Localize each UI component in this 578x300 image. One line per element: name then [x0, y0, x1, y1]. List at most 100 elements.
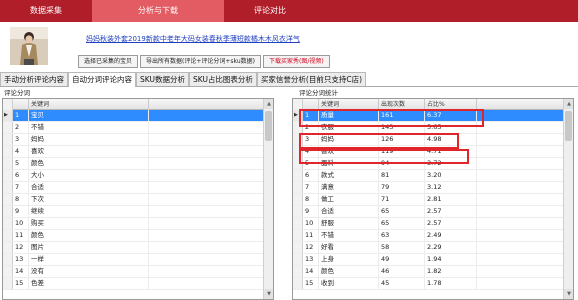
- scroll-down-arrow-icon[interactable]: ▼: [564, 289, 573, 299]
- scroll-up-arrow-icon[interactable]: ▲: [264, 99, 273, 109]
- table-row[interactable]: 6 款式 81 3.20: [293, 170, 573, 182]
- nav-data-collection[interactable]: 数据采集: [0, 0, 92, 22]
- keyword-cell: 满意: [319, 182, 379, 193]
- row-rank: 13: [13, 254, 29, 265]
- nav-review-compare[interactable]: 评论对比: [224, 0, 316, 22]
- statistics-table-scrollbar[interactable]: ▲ ▼: [563, 99, 573, 299]
- row-rank: 1: [303, 110, 319, 121]
- row-indicator: [293, 206, 303, 217]
- table-row[interactable]: 6 大小: [3, 170, 273, 182]
- count-cell: 79: [379, 182, 425, 193]
- table-row[interactable]: 5 面料 94 3.72: [293, 158, 573, 170]
- tab-sku-chart[interactable]: SKU占比图表分析: [188, 72, 257, 86]
- percent-cell: 2.29: [425, 242, 477, 253]
- export-all-data-button[interactable]: 导出所有数据(评论+评论分词+sku数据): [140, 55, 261, 68]
- row-rank: 2: [303, 122, 319, 133]
- keyword-cell: 一样: [29, 254, 149, 265]
- keyword-cell: 下次: [29, 194, 149, 205]
- table-row[interactable]: 11 颜色: [3, 230, 273, 242]
- table-row[interactable]: 8 下次: [3, 194, 273, 206]
- keyword-header[interactable]: 关键词: [319, 99, 379, 110]
- table-row[interactable]: 3 妈妈 126 4.98: [293, 134, 573, 146]
- percent-cell: 3.12: [425, 182, 477, 193]
- row-indicator: ▶: [3, 110, 13, 121]
- tab-sku-analysis[interactable]: SKU数据分析: [136, 72, 189, 86]
- row-indicator: [3, 134, 13, 145]
- count-cell: 65: [379, 206, 425, 217]
- table-row[interactable]: 10 购买: [3, 218, 273, 230]
- table-row[interactable]: 2 不错: [3, 122, 273, 134]
- table-row[interactable]: 5 颜色: [3, 158, 273, 170]
- analysis-tabs: 手动分析评论内容 自动分词评论内容 SKU数据分析 SKU占比图表分析 买家信誉…: [0, 72, 578, 87]
- keyword-table-header: 关键词: [3, 99, 273, 110]
- count-cell: 161: [379, 110, 425, 121]
- keyword-cell: 宝贝: [29, 110, 149, 121]
- table-row[interactable]: 4 喜欢 119 4.71: [293, 146, 573, 158]
- row-indicator: [293, 254, 303, 265]
- row-indicator-header: [293, 99, 303, 110]
- count-header[interactable]: 出现次数: [379, 99, 425, 110]
- tab-auto-segmentation[interactable]: 自动分词评论内容: [68, 72, 136, 87]
- table-row[interactable]: 7 满意 79 3.12: [293, 182, 573, 194]
- row-indicator: [293, 146, 303, 157]
- count-cell: 94: [379, 158, 425, 169]
- table-row[interactable]: 9 合适 65 2.57: [293, 206, 573, 218]
- statistics-table-body: ▶ 1 质量 161 6.37 2 衣服 143 5.65 3 妈妈 126 4.98 4 喜欢 119 4.7…: [293, 110, 573, 290]
- table-row[interactable]: 13 上身 49 1.94: [293, 254, 573, 266]
- download-buyer-show-button[interactable]: 下载买家秀(图/视频): [262, 55, 330, 68]
- table-row[interactable]: 2 衣服 143 5.65: [293, 122, 573, 134]
- select-collected-item-button[interactable]: 选择已采集的宝贝: [78, 55, 139, 68]
- table-row[interactable]: 9 继续: [3, 206, 273, 218]
- row-indicator: [3, 254, 13, 265]
- row-rank: 14: [303, 266, 319, 277]
- tab-manual-analysis[interactable]: 手动分析评论内容: [0, 72, 68, 86]
- keyword-table-scrollbar[interactable]: ▲ ▼: [263, 99, 273, 299]
- keyword-cell: 合适: [319, 206, 379, 217]
- scroll-up-arrow-icon[interactable]: ▲: [564, 99, 573, 109]
- row-indicator: [3, 242, 13, 253]
- row-rank: 6: [13, 170, 29, 181]
- keyword-cell: 没有: [29, 266, 149, 277]
- table-row[interactable]: 12 好看 58 2.29: [293, 242, 573, 254]
- row-rank: 7: [303, 182, 319, 193]
- row-rank: 4: [303, 146, 319, 157]
- keyword-cell: 不错: [319, 230, 379, 241]
- table-row[interactable]: ▶ 1 宝贝: [3, 110, 273, 122]
- table-row[interactable]: 15 色差: [3, 278, 273, 290]
- count-cell: 46: [379, 266, 425, 277]
- keyword-cell: 大小: [29, 170, 149, 181]
- row-rank: 5: [303, 158, 319, 169]
- scrollbar-thumb[interactable]: [265, 111, 272, 141]
- scroll-down-arrow-icon[interactable]: ▼: [264, 289, 273, 299]
- keyword-header[interactable]: 关键词: [29, 99, 149, 110]
- count-cell: 126: [379, 134, 425, 145]
- table-row[interactable]: 15 收到 45 1.78: [293, 278, 573, 290]
- table-row[interactable]: 14 没有: [3, 266, 273, 278]
- keyword-cell: 舒服: [319, 218, 379, 229]
- scrollbar-thumb[interactable]: [565, 111, 572, 141]
- table-row[interactable]: 3 妈妈: [3, 134, 273, 146]
- row-rank: 10: [13, 218, 29, 229]
- tab-buyer-credit[interactable]: 买家信誉分析(目前只支持C店): [256, 72, 367, 86]
- table-row[interactable]: 4 喜欢: [3, 146, 273, 158]
- product-title-link[interactable]: 妈妈秋装外套2019新款中老年大码女装春秋季薄短款橘木木风衣洋气: [86, 34, 300, 44]
- table-row[interactable]: 10 舒服 65 2.57: [293, 218, 573, 230]
- row-rank: 3: [13, 134, 29, 145]
- row-indicator: [293, 218, 303, 229]
- table-row[interactable]: ▶ 1 质量 161 6.37: [293, 110, 573, 122]
- row-indicator: [3, 122, 13, 133]
- table-row[interactable]: 8 做工 71 2.81: [293, 194, 573, 206]
- keyword-table: 关键词 ▶ 1 宝贝 2 不错 3 妈妈 4 喜欢 5 颜色 6 大小 7 合适 8 下次 9 继续 10 购买 11 颜色…: [2, 98, 274, 300]
- percent-header[interactable]: 占比%: [425, 99, 477, 110]
- nav-analysis-download[interactable]: 分析与下载: [92, 0, 224, 22]
- row-rank: 4: [13, 146, 29, 157]
- row-rank: 2: [13, 122, 29, 133]
- row-rank: 14: [13, 266, 29, 277]
- table-row[interactable]: 12 图片: [3, 242, 273, 254]
- table-row[interactable]: 13 一样: [3, 254, 273, 266]
- row-indicator: [3, 146, 13, 157]
- row-indicator: [3, 194, 13, 205]
- table-row[interactable]: 7 合适: [3, 182, 273, 194]
- table-row[interactable]: 11 不错 63 2.49: [293, 230, 573, 242]
- table-row[interactable]: 14 颜色 46 1.82: [293, 266, 573, 278]
